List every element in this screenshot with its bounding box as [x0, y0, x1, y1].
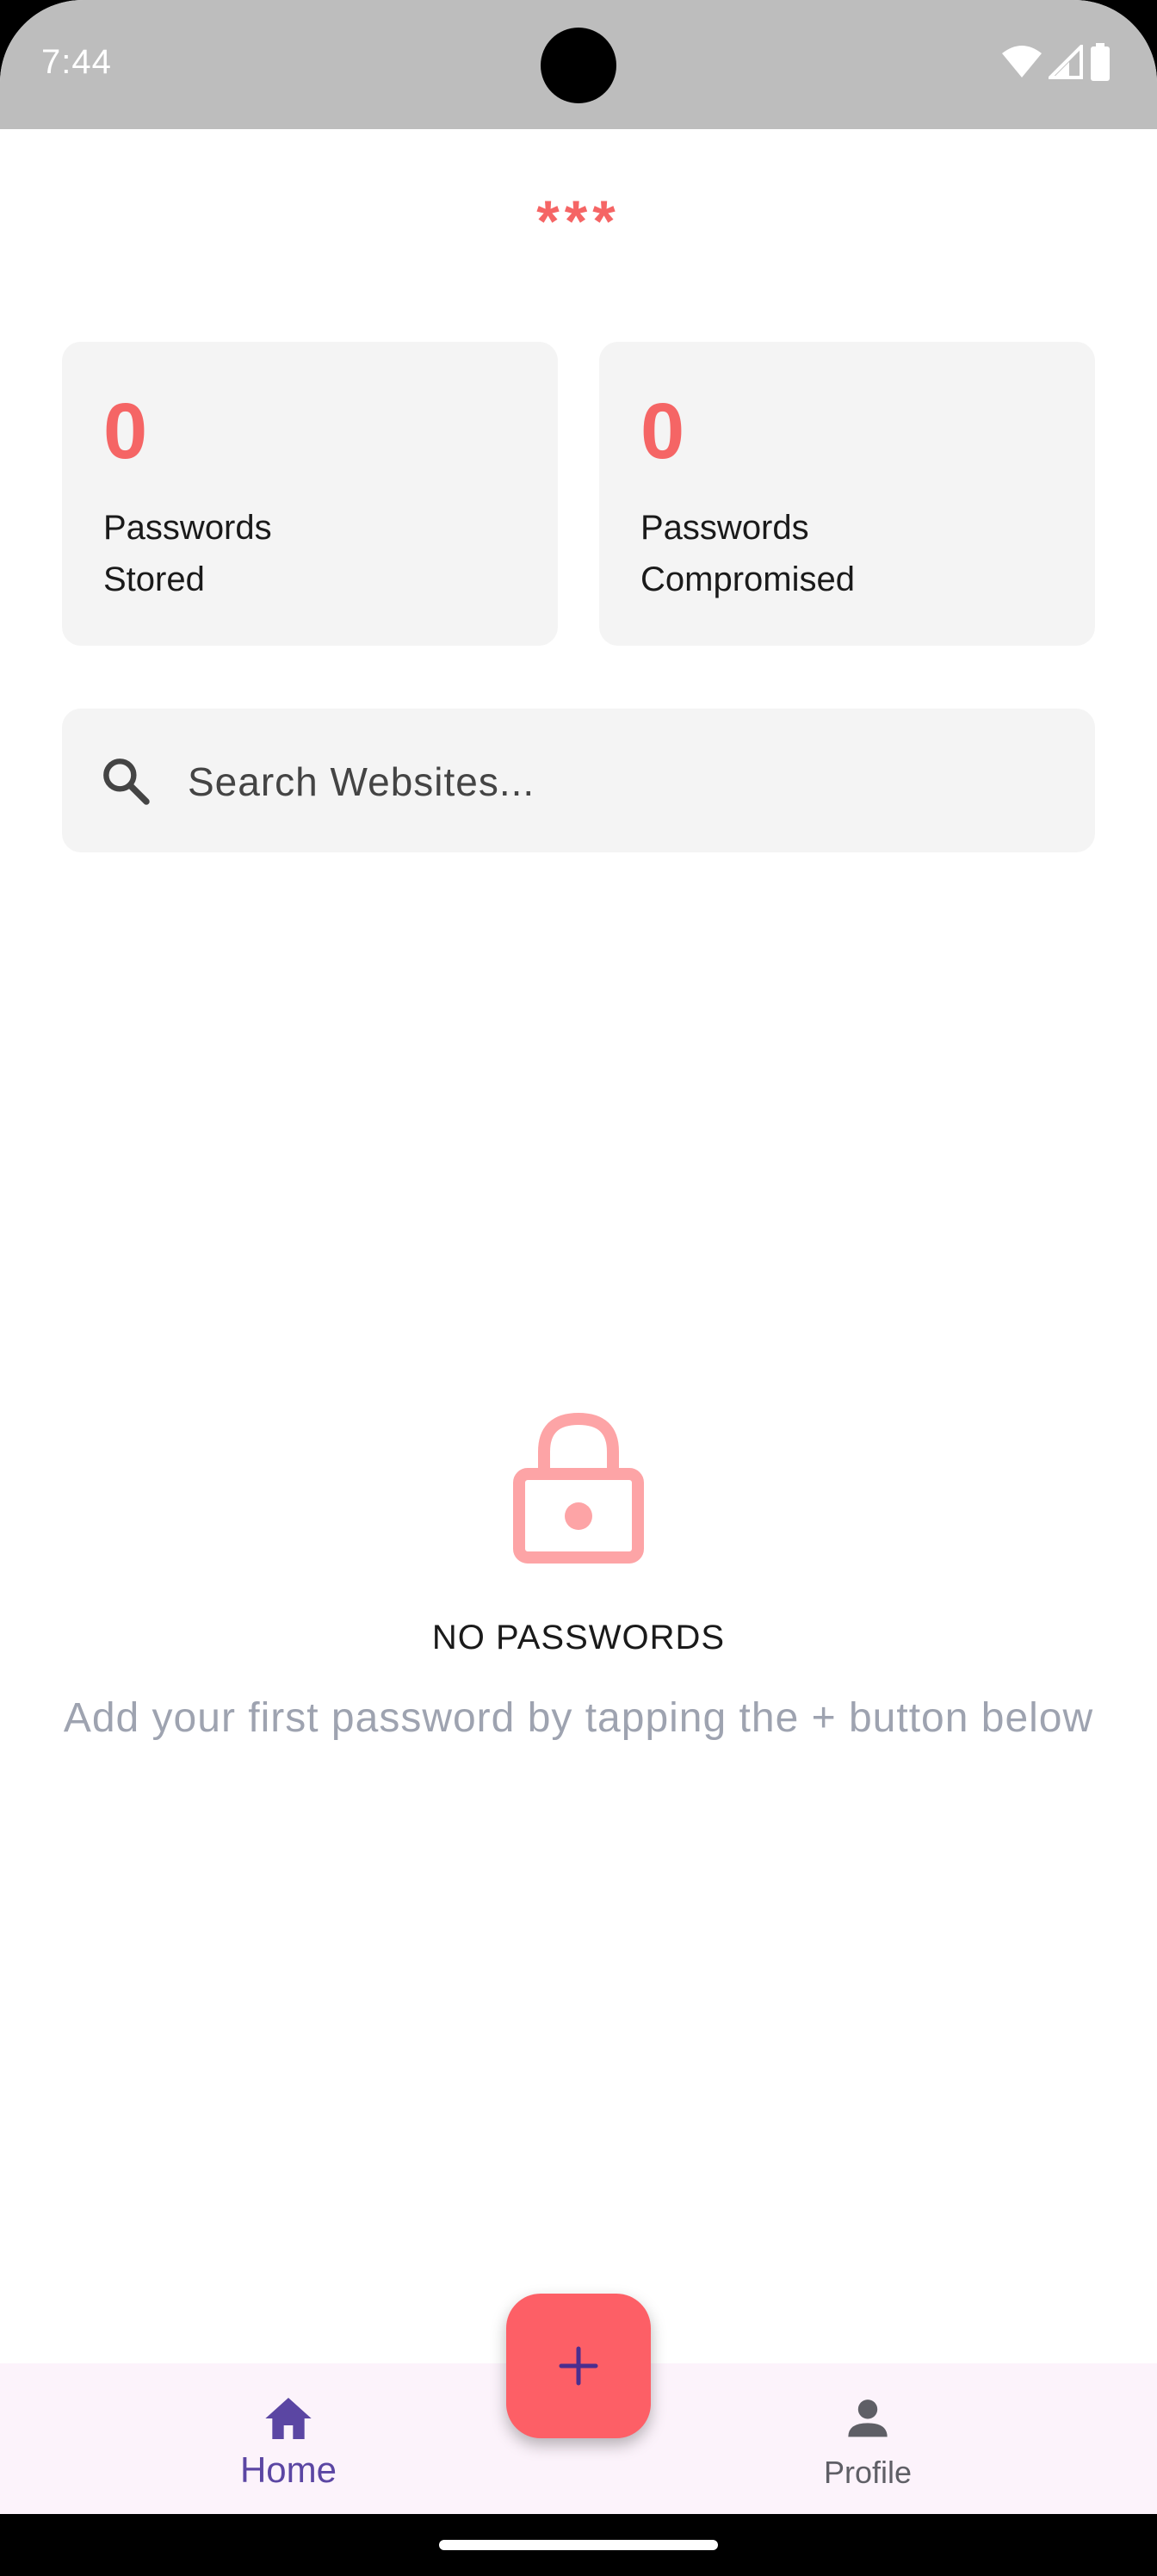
stat-card-compromised: 0 Passwords Compromised	[599, 342, 1095, 646]
person-icon	[848, 2400, 888, 2437]
home-icon	[265, 2398, 312, 2439]
stat-value: 0	[103, 387, 148, 475]
stat-label-line: Stored	[103, 560, 205, 598]
plus-icon	[559, 2346, 598, 2386]
app-screen: 7:44 *** 0 Passwords Stored 0 Passwords …	[0, 0, 1157, 2514]
stat-value: 0	[640, 387, 685, 475]
app-title: ***	[536, 189, 621, 254]
stat-label-line: Passwords	[103, 509, 272, 547]
stat-label: Passwords Stored	[103, 502, 517, 605]
search-icon	[103, 759, 150, 805]
stat-label-line: Passwords	[640, 509, 809, 547]
nav-label-home: Home	[239, 2449, 337, 2490]
stat-label-line: Compromised	[640, 560, 855, 598]
lock-icon	[513, 1412, 644, 1564]
device-frame: 7:44 *** 0 Passwords Stored 0 Passwords …	[0, 0, 1157, 2576]
nav-label-profile: Profile	[823, 2455, 913, 2490]
wifi-icon	[1002, 46, 1042, 77]
add-password-button[interactable]	[506, 2294, 651, 2438]
signal-icon	[1049, 45, 1083, 79]
camera-cutout	[541, 28, 616, 103]
empty-state-title: NO PASSWORDS	[431, 1619, 726, 1656]
gesture-handle[interactable]	[439, 2540, 718, 2550]
battery-icon	[1091, 43, 1110, 81]
empty-state-subtitle: Add your first password by tapping the +…	[63, 1695, 1094, 1741]
nav-item-profile[interactable]: Profile	[696, 2363, 1040, 2514]
nav-item-home[interactable]: Home	[116, 2363, 461, 2514]
search-bar[interactable]	[62, 709, 1095, 854]
search-input[interactable]	[186, 709, 1067, 854]
status-time: 7:44	[41, 43, 112, 81]
status-icons	[1002, 41, 1111, 83]
status-bar: 7:44	[0, 0, 1157, 129]
stat-label: Passwords Compromised	[640, 502, 1054, 605]
stat-card-stored: 0 Passwords Stored	[62, 342, 558, 646]
